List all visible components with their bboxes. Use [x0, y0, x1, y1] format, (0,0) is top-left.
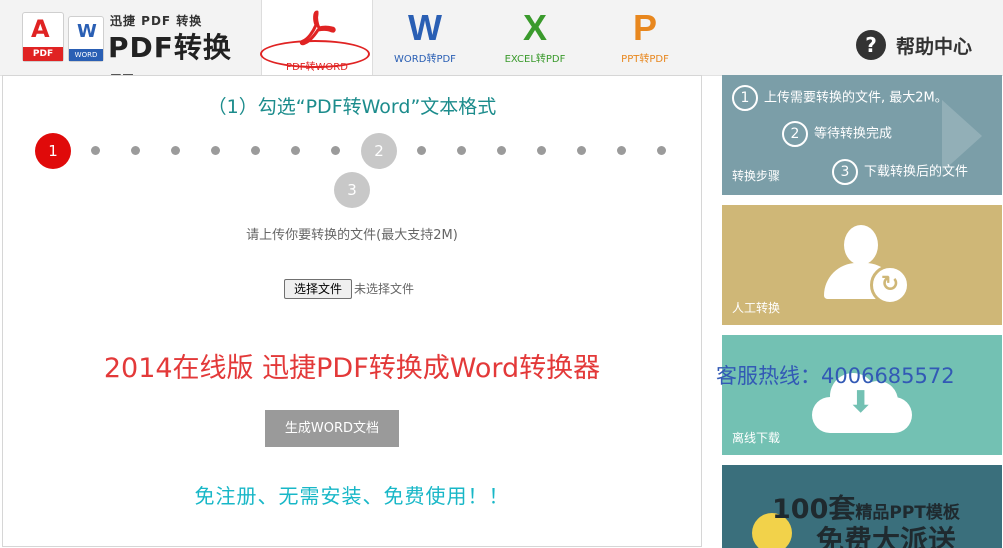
ppt-icon: P: [632, 7, 657, 48]
step-dot: [91, 146, 100, 155]
refresh-icon: ↻: [870, 265, 910, 305]
step-dot: [291, 146, 300, 155]
upload-hint: 请上传你要转换的文件(最大支持2M): [246, 228, 458, 243]
manual-conversion-panel[interactable]: ↻ 人工转换: [722, 205, 1002, 325]
promo-headline: 2014在线版 迅捷PDF转换成Word转换器: [103, 353, 601, 384]
steps-line-1: 1 上传需要转换的文件, 最大2M。: [732, 85, 948, 111]
offline-panel-label: 离线下载: [732, 431, 781, 445]
steps-line-3: 3 下载转换后的文件: [832, 159, 968, 185]
tab-pdf-to-word[interactable]: PDF转WORD: [260, 0, 373, 76]
tab-excel-to-pdf-label: EXCEL转PDF: [504, 54, 566, 65]
step-title: （1）勾选“PDF转Word”文本格式: [207, 96, 497, 118]
step-dot: [211, 146, 220, 155]
step-number-icon: 2: [782, 121, 808, 147]
user-refresh-icon: ↻: [820, 225, 910, 315]
question-icon: ?: [856, 30, 886, 60]
choose-file-button[interactable]: 选择文件: [284, 279, 352, 299]
step-dot: [537, 146, 546, 155]
step-dot: [657, 146, 666, 155]
logo-pdf-tag: PDF: [23, 47, 63, 61]
step-bubble-2: 2: [361, 133, 397, 169]
tab-ppt-to-pdf[interactable]: P PPT转PDF: [590, 0, 700, 75]
converter-panel: （1）勾选“PDF转Word”文本格式 1 2 3 请上传你要转换的文件(最大支…: [2, 75, 702, 547]
ppt-template-promo[interactable]: 100套精品PPT模板 免费大派送: [722, 465, 1002, 548]
top-header: A PDF W WORD 迅捷 PDF 转换 PDF转换器 PDF转WORD W…: [0, 0, 1003, 104]
file-status: 未选择文件: [354, 282, 415, 296]
step-dot: [331, 146, 340, 155]
logo-word-letter: W: [77, 21, 97, 42]
service-hotline: 客服热线：4006685572: [716, 364, 955, 388]
manual-panel-label: 人工转换: [732, 301, 781, 315]
highlight-ellipse: [260, 40, 370, 68]
tab-word-to-pdf-label: WORD转PDF: [394, 54, 456, 65]
tab-excel-to-pdf[interactable]: X EXCEL转PDF: [480, 0, 590, 75]
steps-line-2: 2 等待转换完成: [782, 121, 892, 147]
step-bubble-1: 1: [35, 133, 71, 169]
pdf-doc-icon: A PDF: [22, 12, 64, 62]
conversion-steps-panel[interactable]: 1 上传需要转换的文件, 最大2M。 2 等待转换完成 3 下载转换后的文件 转换步骤: [722, 75, 1002, 195]
steps-line-3-text: 下载转换后的文件: [864, 164, 969, 180]
tab-ppt-to-pdf-label: PPT转PDF: [621, 54, 669, 65]
step-dot: [457, 146, 466, 155]
offline-download-panel[interactable]: ⬇ 离线下载: [722, 335, 1002, 455]
tab-word-to-pdf[interactable]: W WORD转PDF: [370, 0, 480, 75]
help-center-label: 帮助中心: [896, 36, 973, 58]
word-icon: W: [408, 7, 442, 48]
step-bubble-3: 3: [334, 172, 370, 208]
step-number-icon: 3: [832, 159, 858, 185]
step-dot: [251, 146, 260, 155]
step-dot: [617, 146, 626, 155]
step-dot: [171, 146, 180, 155]
app-logo[interactable]: A PDF W WORD 迅捷 PDF 转换 PDF转换器: [22, 8, 242, 104]
steps-line-2-text: 等待转换完成: [814, 126, 893, 142]
generate-word-button[interactable]: 生成WORD文档: [265, 410, 399, 447]
word-doc-icon: W WORD: [68, 16, 104, 62]
steps-line-1-text: 上传需要转换的文件, 最大2M。: [764, 90, 948, 106]
download-arrow-icon: ⬇: [848, 385, 874, 420]
step-dot: [497, 146, 506, 155]
step-dot: [131, 146, 140, 155]
step-dot: [417, 146, 426, 155]
free-usage-text: 免注册、无需安装、免费使用！！: [194, 484, 510, 508]
logo-word-tag: WORD: [69, 49, 103, 61]
excel-icon: X: [522, 7, 547, 48]
step-number-icon: 1: [732, 85, 758, 111]
steps-panel-label: 转换步骤: [732, 169, 781, 183]
step-dot: [577, 146, 586, 155]
promo-tagline: 免费大派送: [816, 524, 957, 548]
